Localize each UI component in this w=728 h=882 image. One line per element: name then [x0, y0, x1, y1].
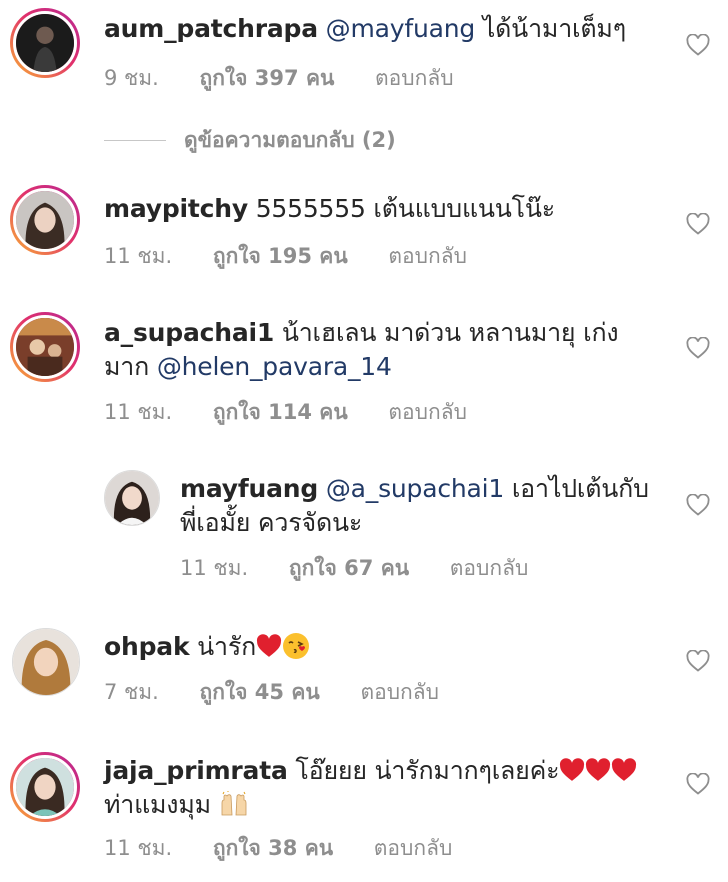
reply-button[interactable]: ตอบกลับ: [374, 832, 453, 865]
comment-likes[interactable]: ถูกใจ 397 คน: [200, 62, 335, 95]
comment-meta: 11 ชม. ถูกใจ 67 คน ตอบกลับ: [180, 552, 528, 585]
avatar-image: [105, 471, 159, 525]
view-replies-divider: [104, 139, 166, 141]
like-heart-icon[interactable]: [686, 494, 710, 516]
comment-meta: 11 ชม. ถูกใจ 195 คน ตอบกลับ: [104, 240, 467, 273]
avatar[interactable]: [104, 470, 160, 526]
comment-meta: 11 ชม. ถูกใจ 38 คน ตอบกลับ: [104, 832, 452, 865]
comment-mention[interactable]: @a_supachai1: [326, 474, 504, 503]
comment-mention[interactable]: @helen_pavara_14: [157, 352, 392, 381]
avatar-image: [16, 758, 74, 816]
comment-text: ได้น้ามาเต็มๆ: [475, 14, 626, 43]
comment-meta: 11 ชม. ถูกใจ 114 คน ตอบกลับ: [104, 396, 467, 429]
comment-mention[interactable]: @mayfuang: [326, 14, 476, 43]
view-replies-button[interactable]: ดูข้อความตอบกลับ (2): [104, 125, 396, 155]
comment-time: 11 ชม.: [104, 836, 173, 860]
comment-meta: 7 ชม. ถูกใจ 45 คน ตอบกลับ: [104, 676, 439, 709]
face-blowing-kiss-emoji: [283, 633, 310, 659]
view-replies-label: ดูข้อความตอบกลับ (2): [184, 127, 396, 152]
red-heart-emoji: [612, 758, 637, 781]
comment-body: ohpak น่ารัก: [104, 630, 664, 664]
like-heart-icon[interactable]: [686, 337, 710, 359]
comment-time: 7 ชม.: [104, 680, 159, 704]
reply-button[interactable]: ตอบกลับ: [388, 240, 467, 273]
like-heart-icon[interactable]: [686, 650, 710, 672]
comment-username[interactable]: mayfuang: [180, 474, 318, 503]
like-heart-icon[interactable]: [686, 34, 710, 56]
comment-username[interactable]: a_supachai1: [104, 318, 274, 347]
comment-time: 11 ชม.: [104, 400, 173, 424]
comment-time: 11 ชม.: [104, 244, 173, 268]
avatar[interactable]: [10, 752, 80, 822]
comment-username[interactable]: jaja_primrata: [104, 756, 288, 785]
comment-body: maypitchy 5555555 เต้นแบบแนนโน๊ะ: [104, 192, 664, 226]
comment-username[interactable]: ohpak: [104, 632, 190, 661]
comment-body: jaja_primrata โอ๊ยยย น่ารักมากๆเลยค่ะท่า…: [104, 754, 684, 822]
red-heart-emoji: [586, 758, 611, 781]
comment-text: 5555555 เต้นแบบแนนโน๊ะ: [247, 194, 555, 223]
comment-likes[interactable]: ถูกใจ 114 คน: [213, 396, 348, 429]
reply-button[interactable]: ตอบกลับ: [450, 552, 529, 585]
comment-meta: 9 ชม. ถูกใจ 397 คน ตอบกลับ: [104, 62, 454, 95]
comment-body: aum_patchrapa @mayfuang ได้น้ามาเต็มๆ: [104, 12, 664, 46]
avatar-image: [16, 191, 74, 249]
like-heart-icon[interactable]: [686, 213, 710, 235]
comment-likes[interactable]: ถูกใจ 38 คน: [213, 832, 333, 865]
comment-time: 9 ชม.: [104, 66, 159, 90]
avatar-image: [13, 629, 79, 695]
comment-username[interactable]: aum_patchrapa: [104, 14, 318, 43]
comment-body: mayfuang @a_supachai1 เอาไปเต้นกับพี่เอม…: [180, 472, 660, 540]
avatar-image: [16, 318, 74, 376]
avatar[interactable]: [12, 628, 80, 696]
red-heart-emoji: [256, 634, 282, 657]
reply-button[interactable]: ตอบกลับ: [360, 676, 439, 709]
comment-likes[interactable]: ถูกใจ 195 คน: [213, 240, 348, 273]
reply-button[interactable]: ตอบกลับ: [388, 396, 467, 429]
comment-text-line2: ท่าแมงมุม: [104, 790, 219, 819]
comment-likes[interactable]: ถูกใจ 45 คน: [200, 676, 320, 709]
comment-username[interactable]: maypitchy: [104, 194, 248, 223]
red-heart-emoji: [560, 758, 585, 781]
comment-text: โอ๊ยยย น่ารักมากๆเลยค่ะ: [287, 756, 560, 785]
comment-text: น่ารัก: [189, 632, 257, 661]
comment-body: a_supachai1 น้าเฮเลน มาด่วน หลานมายุ เก่…: [104, 316, 664, 384]
comment-time: 11 ชม.: [180, 556, 249, 580]
avatar[interactable]: [10, 8, 80, 78]
raising-hands-emoji: [221, 791, 247, 816]
reply-button[interactable]: ตอบกลับ: [375, 62, 454, 95]
avatar[interactable]: [10, 312, 80, 382]
avatar[interactable]: [10, 185, 80, 255]
avatar-image: [16, 14, 74, 72]
like-heart-icon[interactable]: [686, 773, 710, 795]
comment-likes[interactable]: ถูกใจ 67 คน: [289, 552, 409, 585]
